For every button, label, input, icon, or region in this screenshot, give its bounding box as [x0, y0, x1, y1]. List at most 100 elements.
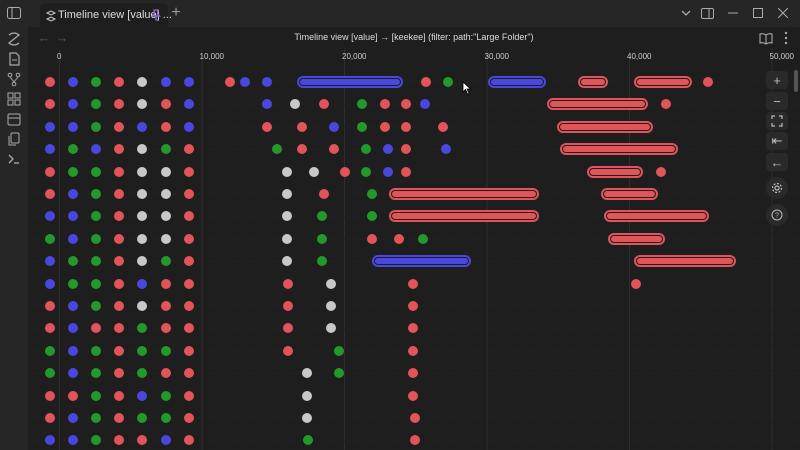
timeline-point-event[interactable]: [114, 390, 124, 401]
timeline-point-event[interactable]: [91, 77, 101, 87]
timeline-point-event[interactable]: [44, 99, 55, 110]
timeline-point-event[interactable]: [137, 390, 147, 401]
timeline-point-event[interactable]: [184, 189, 194, 199]
timeline-point-event[interactable]: [367, 189, 378, 199]
timeline-point-event[interactable]: [68, 345, 78, 356]
timeline-range-event[interactable]: [580, 78, 606, 86]
timeline-point-event[interactable]: [325, 301, 336, 311]
timeline-point-event[interactable]: [114, 323, 124, 334]
timeline-range-event[interactable]: [548, 100, 646, 109]
timeline-point-event[interactable]: [160, 77, 171, 87]
git-branch-icon[interactable]: [6, 71, 22, 87]
timeline-point-event[interactable]: [114, 413, 124, 423]
timeline-range-event[interactable]: [605, 212, 707, 221]
terminal-icon[interactable]: [6, 151, 22, 167]
timeline-point-event[interactable]: [91, 413, 101, 423]
timeline-range-event[interactable]: [299, 78, 401, 86]
timeline-point-event[interactable]: [283, 323, 293, 334]
timeline-point-event[interactable]: [318, 99, 329, 110]
timeline-point-event[interactable]: [68, 144, 78, 155]
timeline-point-event[interactable]: [317, 256, 328, 267]
timeline-point-event[interactable]: [271, 144, 282, 155]
timeline-point-event[interactable]: [160, 166, 171, 177]
timeline-point-event[interactable]: [401, 144, 412, 155]
timeline-point-event[interactable]: [184, 413, 194, 423]
timeline-range-event[interactable]: [390, 190, 538, 198]
timeline-point-event[interactable]: [160, 368, 171, 379]
timeline-point-event[interactable]: [297, 121, 308, 132]
timeline-point-event[interactable]: [325, 278, 336, 289]
timeline-point-event[interactable]: [328, 144, 339, 155]
timeline-point-event[interactable]: [114, 435, 124, 446]
timeline-point-event[interactable]: [317, 211, 328, 222]
close-icon[interactable]: [773, 3, 793, 23]
zoom-out-button[interactable]: −: [766, 92, 788, 110]
timeline-range-event[interactable]: [561, 145, 676, 154]
timeline-point-event[interactable]: [367, 233, 378, 244]
timeline-point-event[interactable]: [160, 189, 171, 199]
timeline-point-event[interactable]: [340, 166, 350, 177]
timeline-point-event[interactable]: [114, 256, 124, 267]
timeline-point-event[interactable]: [114, 189, 124, 199]
timeline-point-event[interactable]: [379, 121, 390, 132]
timeline-point-event[interactable]: [438, 121, 449, 132]
timeline-point-event[interactable]: [184, 99, 194, 110]
timeline-point-event[interactable]: [283, 301, 293, 311]
timeline-point-event[interactable]: [91, 233, 101, 244]
timeline-point-event[interactable]: [160, 278, 171, 289]
timeline-range-event[interactable]: [390, 212, 538, 221]
timeline-point-event[interactable]: [184, 233, 194, 244]
timeline-point-event[interactable]: [44, 368, 55, 379]
timeline-range-event[interactable]: [490, 78, 545, 86]
timeline-point-event[interactable]: [408, 390, 419, 401]
timeline-point-event[interactable]: [114, 301, 124, 311]
timeline-point-event[interactable]: [137, 77, 147, 87]
timeline-point-event[interactable]: [68, 121, 78, 132]
timeline-point-event[interactable]: [261, 121, 272, 132]
timeline-point-event[interactable]: [44, 413, 55, 423]
timeline-point-event[interactable]: [184, 121, 194, 132]
timeline-point-event[interactable]: [184, 278, 194, 289]
timeline-point-event[interactable]: [184, 345, 194, 356]
timeline-point-event[interactable]: [44, 301, 55, 311]
timeline-point-event[interactable]: [408, 323, 419, 334]
timeline-point-event[interactable]: [367, 211, 378, 222]
timeline-point-event[interactable]: [137, 189, 147, 199]
timeline-point-event[interactable]: [114, 211, 124, 222]
settings-icon[interactable]: [766, 177, 788, 199]
timeline-point-event[interactable]: [137, 166, 147, 177]
timeline-point-event[interactable]: [302, 435, 313, 446]
timeline-point-event[interactable]: [68, 166, 78, 177]
timeline-point-event[interactable]: [91, 166, 101, 177]
timeline-point-event[interactable]: [160, 256, 171, 267]
timeline-point-event[interactable]: [137, 121, 147, 132]
timeline-point-event[interactable]: [421, 77, 432, 87]
timeline-point-event[interactable]: [114, 77, 124, 87]
timeline-point-event[interactable]: [361, 166, 372, 177]
timeline-point-event[interactable]: [91, 121, 101, 132]
timeline-point-event[interactable]: [184, 301, 194, 311]
timeline-point-event[interactable]: [68, 211, 78, 222]
timeline-point-event[interactable]: [334, 368, 345, 379]
timeline-range-event[interactable]: [635, 257, 734, 266]
timeline-point-event[interactable]: [137, 144, 147, 155]
timeline-point-event[interactable]: [301, 368, 312, 379]
timeline-point-event[interactable]: [137, 233, 147, 244]
pin-icon[interactable]: [149, 8, 163, 22]
timeline-point-event[interactable]: [261, 99, 272, 110]
timeline-point-event[interactable]: [91, 345, 101, 356]
timeline-point-event[interactable]: [68, 413, 78, 423]
timeline-point-event[interactable]: [44, 345, 55, 356]
timeline-point-event[interactable]: [281, 189, 292, 199]
timeline-point-event[interactable]: [419, 99, 430, 110]
new-tab-button[interactable]: +: [168, 4, 184, 22]
timeline-point-event[interactable]: [184, 211, 194, 222]
more-icon[interactable]: [778, 30, 794, 46]
timeline-point-event[interactable]: [283, 278, 293, 289]
timeline-point-event[interactable]: [160, 413, 171, 423]
timeline-range-event[interactable]: [610, 234, 663, 243]
timeline-point-event[interactable]: [44, 166, 55, 177]
timeline-point-event[interactable]: [184, 435, 194, 446]
timeline-point-event[interactable]: [160, 121, 171, 132]
fit-view-button[interactable]: [766, 112, 788, 130]
